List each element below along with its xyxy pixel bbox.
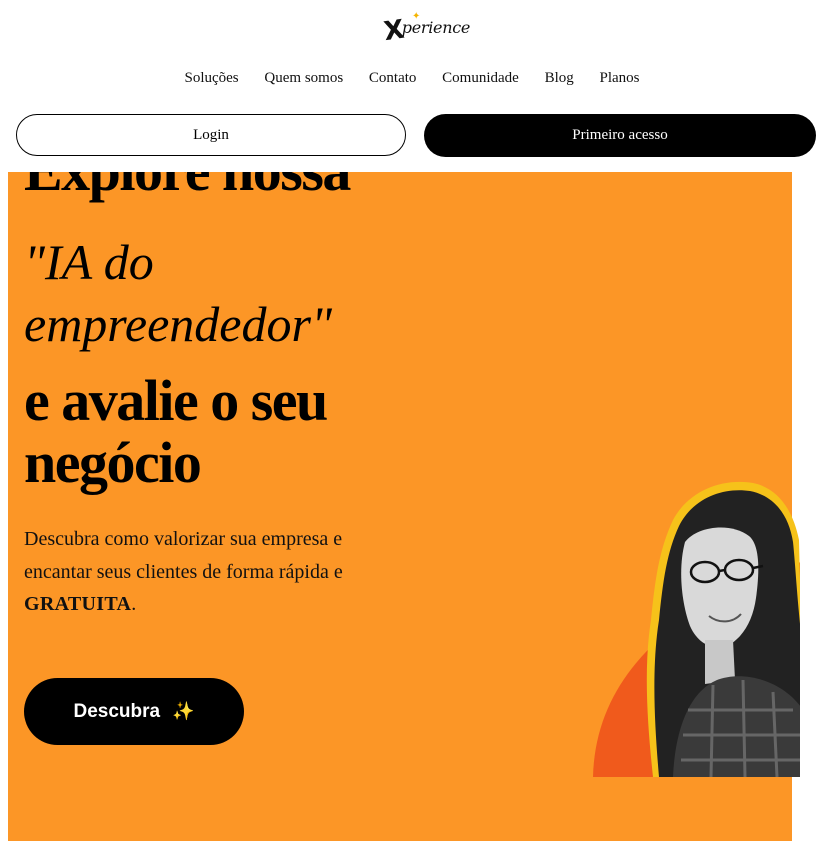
hero-description: Descubra como valorizar sua empresa e en… xyxy=(24,523,384,621)
nav-item-comunidade[interactable]: Comunidade xyxy=(442,70,519,87)
descubra-button-label: Descubra xyxy=(73,700,161,722)
hero-description-text: Descubra como valorizar sua empresa e en… xyxy=(24,528,343,583)
hero-description-bold: GRATUITA xyxy=(24,593,132,615)
main-nav: Soluções Quem somos Contato Comunidade B… xyxy=(0,70,824,87)
nav-item-contato[interactable]: Contato xyxy=(369,70,417,87)
hero-section: Explore nossa "IA do empreendedor" e ava… xyxy=(8,125,809,841)
login-button[interactable]: Login xyxy=(16,114,406,156)
xperience-logo[interactable]: Xperience ✦ xyxy=(382,11,470,50)
logo-wordmark: Xperience xyxy=(382,14,470,48)
primeiro-acesso-button-label: Primeiro acesso xyxy=(572,127,668,143)
primeiro-acesso-button[interactable]: Primeiro acesso xyxy=(424,114,816,157)
hero-headline-line3: e avalie o seu negócio xyxy=(24,368,328,495)
login-button-label: Login xyxy=(193,126,229,143)
nav-item-planos[interactable]: Planos xyxy=(600,70,640,87)
page-right-gutter xyxy=(800,172,824,849)
nav-item-quem-somos[interactable]: Quem somos xyxy=(264,70,343,87)
descubra-button[interactable]: Descubra ✨ xyxy=(24,678,244,745)
sparkles-icon: ✨ xyxy=(172,701,195,721)
hero-headline-italic: "IA do empreendedor" xyxy=(24,234,332,352)
logo-x-letter: X xyxy=(382,14,406,48)
site-header: Xperience ✦ Soluções Quem somos Contato … xyxy=(0,0,824,172)
nav-item-blog[interactable]: Blog xyxy=(545,70,574,87)
nav-item-solucoes[interactable]: Soluções xyxy=(184,70,238,87)
hero-description-end: . xyxy=(131,593,137,615)
portrait-illustration xyxy=(593,481,809,777)
logo-star-icon: ✦ xyxy=(412,11,421,22)
